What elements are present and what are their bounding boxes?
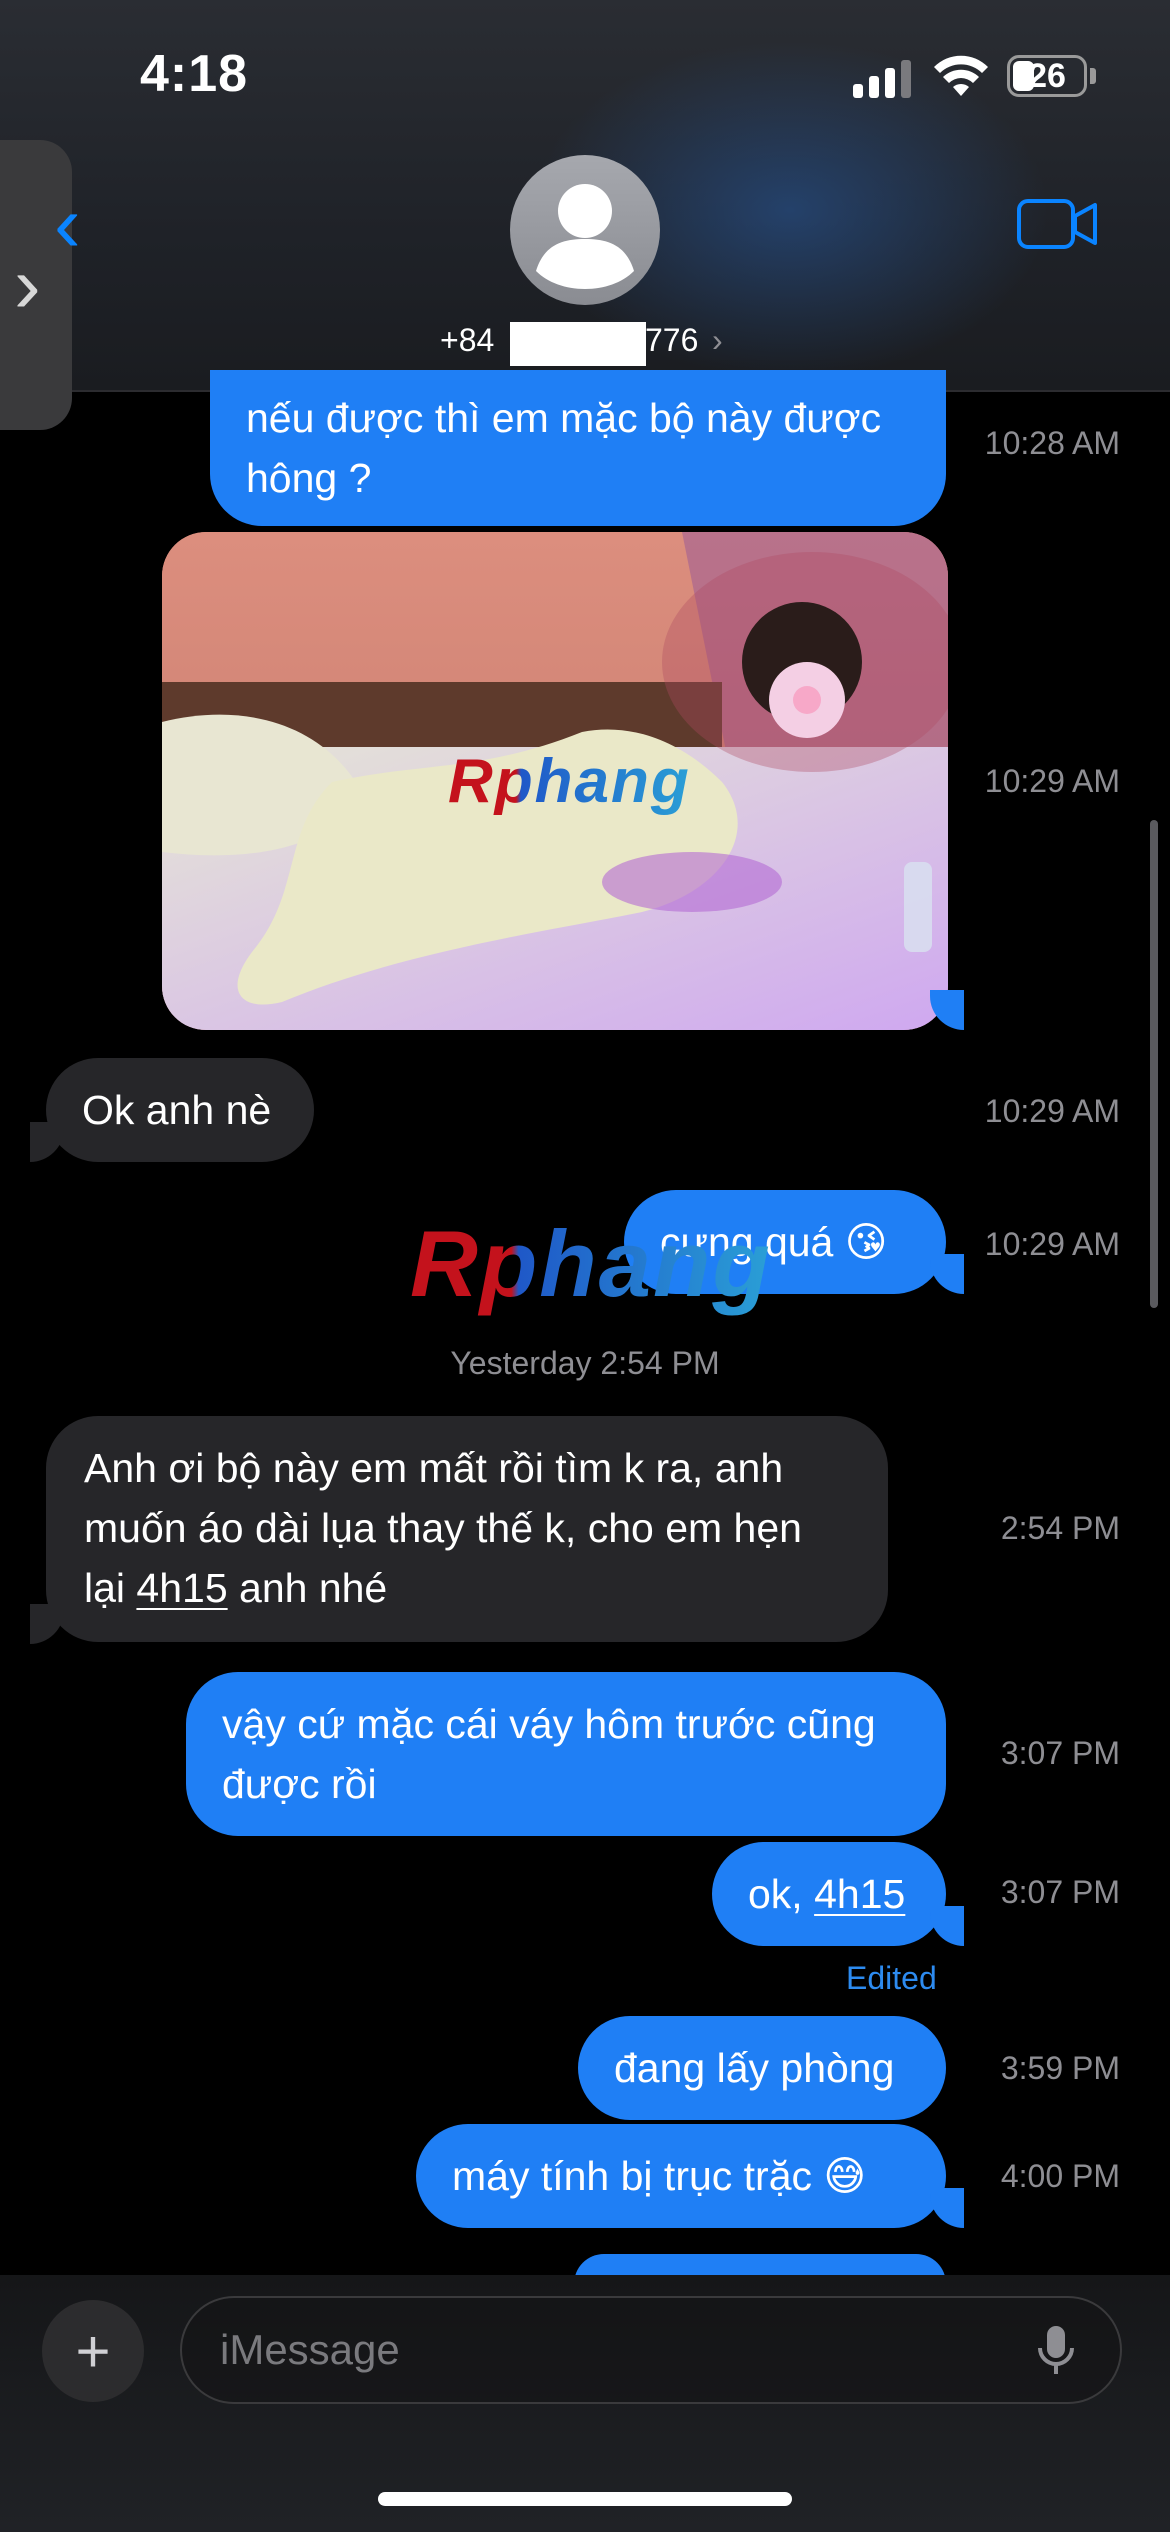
message-text: vậy cứ mặc cái váy hôm trước cũng được r… (222, 1701, 876, 1807)
contact-chevron-icon[interactable]: › (712, 322, 723, 359)
watermark-overlay: Rphang (410, 1211, 772, 1316)
message-bubble-sent[interactable]: nếu được thì em mặc bộ này được hông ? (210, 370, 946, 526)
message-text: nếu được thì em mặc bộ này được hông ? (246, 395, 882, 501)
message-timestamp: 3:59 PM (1000, 2050, 1120, 2086)
message-text: ok, (748, 1871, 803, 1917)
expand-chevron-icon[interactable]: › (14, 245, 41, 325)
message-bubble-sent[interactable]: vậy cứ mặc cái váy hôm trước cũng được r… (186, 1672, 946, 1836)
day-separator-time: 2:54 PM (600, 1345, 720, 1381)
watermark-text: Rphang (448, 747, 691, 816)
microphone-icon[interactable] (1036, 2324, 1076, 2378)
redaction-box (510, 322, 646, 366)
bubble-tail (930, 1906, 964, 1946)
wifi-icon (934, 55, 988, 96)
message-timestamp: 10:29 AM (984, 763, 1120, 799)
add-attachment-button[interactable]: + (42, 2300, 144, 2402)
message-text: đang lấy phòng (614, 2045, 895, 2091)
contact-number-prefix[interactable]: +84 (440, 322, 494, 359)
message-text: máy tính bị trục trặc 😅 (452, 2153, 867, 2199)
message-timestamp: 10:29 AM (984, 1093, 1120, 1129)
contact-number-suffix[interactable]: 776 (645, 322, 698, 359)
person-icon (536, 184, 634, 289)
status-time: 4:18 (140, 45, 249, 103)
bubble-tail (30, 1604, 64, 1644)
imessage-input[interactable] (220, 2298, 1000, 2402)
message-bubble-sent[interactable]: đang lấy phòng (578, 2016, 946, 2120)
message-timestamp: 3:07 PM (1000, 1874, 1120, 1910)
message-field[interactable] (180, 2296, 1122, 2404)
bubble-tail (930, 990, 964, 1030)
battery-level: 26 (1028, 56, 1066, 95)
scrollbar[interactable] (1150, 820, 1158, 1308)
message-bubble-sent[interactable]: ok, 4h15 (712, 1842, 946, 1946)
plus-icon: + (75, 2317, 111, 2385)
contact-avatar[interactable] (510, 155, 660, 305)
message-text: Ok anh nè (82, 1087, 272, 1133)
message-photo[interactable]: Rphang (162, 532, 948, 1030)
back-chevron-icon[interactable]: ‹ (54, 184, 81, 264)
battery-icon: 26 (1007, 55, 1087, 97)
message-timestamp: 2:54 PM (1000, 1510, 1120, 1546)
message-timestamp: 3:07 PM (1000, 1735, 1120, 1771)
message-bubble-sent[interactable]: máy tính bị trục trặc 😅 (416, 2124, 946, 2228)
message-timestamp: 4:00 PM (1000, 2158, 1120, 2194)
message-timestamp: 10:28 AM (984, 425, 1120, 461)
facetime-video-icon[interactable] (1017, 198, 1099, 250)
bubble-tail (30, 1122, 64, 1162)
time-link[interactable]: 4h15 (136, 1565, 227, 1611)
message-bubble-received[interactable]: Ok anh nè (46, 1058, 314, 1162)
cellular-signal-icon (853, 58, 913, 98)
home-indicator[interactable] (378, 2492, 792, 2506)
message-text-part2: anh nhé (227, 1565, 388, 1611)
edited-label[interactable]: Edited (846, 1960, 937, 1997)
message-timestamp: 10:29 AM (984, 1226, 1120, 1262)
battery-tip (1090, 68, 1096, 84)
day-separator-day: Yesterday (450, 1345, 592, 1381)
day-separator: Yesterday 2:54 PM (0, 1345, 1170, 1382)
message-bubble-received[interactable]: Anh ơi bộ này em mất rồi tìm k ra, anh m… (46, 1416, 888, 1642)
time-link[interactable]: 4h15 (814, 1864, 905, 1924)
